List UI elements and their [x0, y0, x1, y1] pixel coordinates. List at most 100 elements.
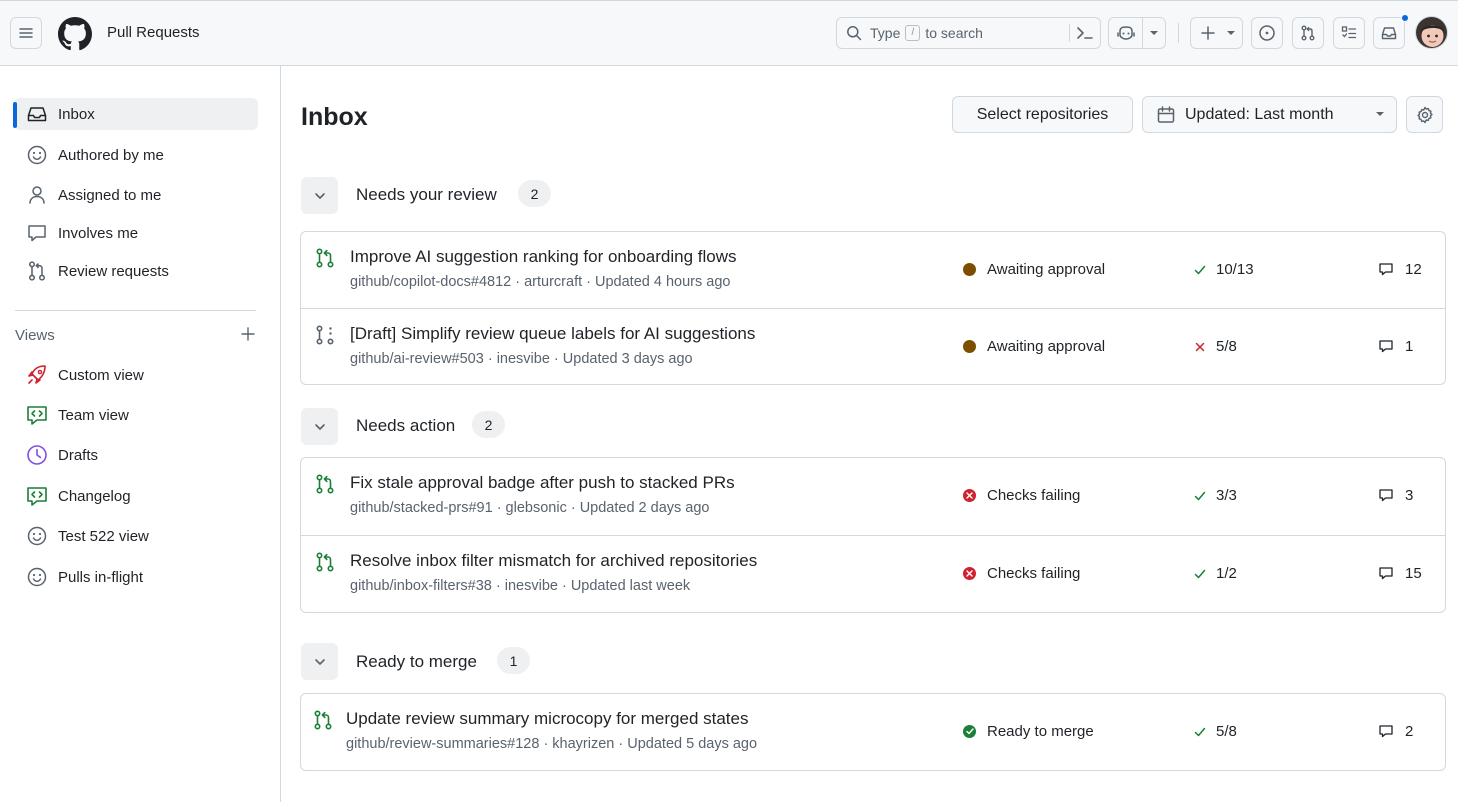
sidebar-item-label: Drafts — [58, 446, 99, 464]
updated-filter-dropdown[interactable]: Updated: Last month — [1142, 96, 1397, 133]
sidebar-item-label: Involves me — [58, 224, 139, 242]
search-placeholder-suffix: to search — [925, 25, 983, 41]
checks-summary[interactable]: 10/13 — [1194, 261, 1254, 278]
select-repositories-label: Select repositories — [976, 105, 1109, 123]
comment-count[interactable]: 15 — [1379, 565, 1422, 582]
copilot-dropdown-button[interactable] — [1143, 18, 1165, 48]
sidebar-item-label: Authored by me — [58, 146, 164, 164]
chevron-down-icon — [314, 658, 325, 665]
sidebar-item-label: Test 522 view — [58, 527, 149, 545]
pull-request-meta: github/ai-review#503 · inesvibe · Update… — [350, 351, 693, 367]
checks-summary[interactable]: 5/8 — [1194, 723, 1237, 740]
github-logo-icon[interactable] — [58, 17, 92, 51]
menu-button[interactable] — [10, 17, 42, 49]
git-pull-request-icon — [26, 261, 48, 281]
create-new-button[interactable] — [1190, 17, 1243, 49]
section-title: Needs action — [356, 416, 456, 435]
clock-icon — [26, 444, 48, 466]
chevron-down-icon — [314, 192, 325, 199]
git-pull-request-draft-icon — [315, 325, 335, 345]
pull-request-title-link[interactable]: Resolve inbox filter mismatch for archiv… — [350, 551, 757, 571]
check-icon — [1194, 568, 1206, 580]
git-pull-request-icon — [313, 710, 333, 730]
comment-count[interactable]: 3 — [1379, 487, 1413, 504]
sidebar-item-authored[interactable]: Authored by me — [14, 139, 258, 171]
pull-request-row[interactable]: Resolve inbox filter mismatch for archiv… — [301, 535, 1445, 612]
comment-count-value: 15 — [1405, 565, 1422, 582]
review-status-label: Checks failing — [987, 565, 1081, 582]
comment-count[interactable]: 2 — [1379, 723, 1413, 740]
x-circle-icon — [963, 567, 976, 580]
sidebar-item-inbox[interactable]: Inbox — [14, 98, 258, 130]
search-divider — [1069, 24, 1070, 42]
pull-request-row[interactable]: Fix stale approval badge after push to s… — [301, 458, 1445, 535]
pull-request-title-link[interactable]: [Draft] Simplify review queue labels for… — [350, 324, 755, 344]
pull-request-title-link[interactable]: Update review summary microcopy for merg… — [346, 709, 748, 729]
comment-count[interactable]: 12 — [1379, 261, 1422, 278]
sidebar-item-label: Team view — [58, 406, 129, 424]
section-toggle-needs-action[interactable] — [301, 408, 338, 445]
review-status: Ready to merge — [963, 723, 1094, 740]
comment-count[interactable]: 1 — [1379, 338, 1413, 355]
review-status: Awaiting approval — [963, 261, 1105, 278]
pull-request-row[interactable]: Improve AI suggestion ranking for onboar… — [301, 232, 1445, 308]
check-icon — [1194, 490, 1206, 502]
plus-icon — [1201, 26, 1215, 40]
checks-summary[interactable]: 5/8 — [1194, 338, 1237, 355]
copilot-button[interactable] — [1109, 18, 1143, 48]
section-title: Ready to merge — [356, 652, 477, 671]
sidebar-view-changelog[interactable]: Changelog — [14, 480, 258, 512]
pull-request-row[interactable]: [Draft] Simplify review queue labels for… — [301, 308, 1445, 384]
sidebar-view-test-522[interactable]: Test 522 view — [14, 520, 258, 552]
caret-down-icon — [1374, 108, 1386, 120]
sidebar-item-review-requests[interactable]: Review requests — [14, 255, 258, 287]
section-toggle-needs-review[interactable] — [301, 177, 338, 214]
checks-count: 1/2 — [1216, 565, 1237, 582]
review-status: Checks failing — [963, 487, 1080, 504]
code-square-icon — [26, 404, 48, 426]
sidebar-item-label: Pulls in-flight — [58, 568, 144, 586]
pull-request-title-link[interactable]: Improve AI suggestion ranking for onboar… — [350, 247, 737, 267]
review-status-label: Awaiting approval — [987, 261, 1106, 278]
sidebar-item-involves[interactable]: Involves me — [14, 217, 258, 249]
sidebar-view-pulls-in-flight[interactable]: Pulls in-flight — [14, 561, 258, 593]
review-status-label: Awaiting approval — [987, 338, 1106, 355]
x-circle-icon — [963, 489, 976, 502]
git-pull-request-icon — [315, 474, 335, 494]
sidebar-view-drafts[interactable]: Drafts — [14, 439, 258, 471]
section-toggle-ready-to-merge[interactable] — [301, 643, 338, 680]
page-title: Inbox — [301, 103, 368, 131]
search-input[interactable]: Type / to search — [836, 17, 1101, 49]
sidebar-item-label: Assigned to me — [58, 186, 162, 204]
git-pull-request-icon — [315, 552, 335, 572]
plus-icon — [241, 327, 255, 341]
caret-down-icon — [1227, 31, 1235, 35]
checks-count: 3/3 — [1216, 487, 1237, 504]
issues-button[interactable] — [1251, 17, 1283, 49]
smiley-icon — [26, 567, 48, 587]
pull-request-title-link[interactable]: Fix stale approval badge after push to s… — [350, 473, 735, 493]
checks-summary[interactable]: 3/3 — [1194, 487, 1237, 504]
pull-requests-button[interactable] — [1292, 17, 1324, 49]
review-status: Checks failing — [963, 565, 1080, 582]
notifications-button[interactable] — [1373, 17, 1405, 49]
header-divider — [1178, 23, 1179, 43]
code-square-icon — [26, 485, 48, 507]
comment-count-value: 1 — [1405, 338, 1414, 355]
pull-request-row[interactable]: Update review summary microcopy for merg… — [301, 694, 1445, 770]
settings-button[interactable] — [1406, 96, 1443, 133]
sidebar-view-team[interactable]: Team view — [14, 399, 258, 431]
copilot-icon — [1116, 26, 1135, 40]
tasklist-icon — [1341, 26, 1357, 39]
select-repositories-button[interactable]: Select repositories — [952, 96, 1133, 133]
add-view-button[interactable] — [238, 324, 258, 344]
sidebar-item-assigned[interactable]: Assigned to me — [14, 179, 258, 211]
avatar[interactable] — [1415, 16, 1448, 49]
comment-icon — [1379, 567, 1393, 580]
command-palette-icon[interactable] — [1075, 24, 1095, 42]
sidebar-view-custom[interactable]: Custom view — [14, 359, 258, 391]
search-icon — [847, 26, 862, 41]
projects-button[interactable] — [1333, 17, 1365, 49]
checks-summary[interactable]: 1/2 — [1194, 565, 1237, 582]
comment-icon — [26, 223, 48, 243]
